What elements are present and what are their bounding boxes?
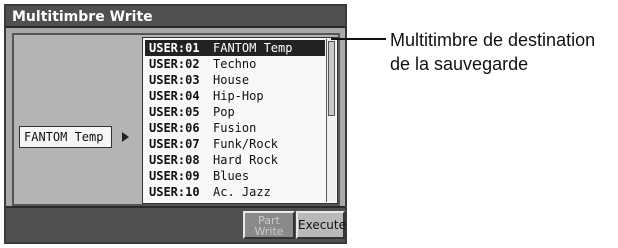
list-item[interactable]: USER:04 Hip-Hop xyxy=(145,88,325,104)
part-write-button[interactable]: Part Write xyxy=(243,211,295,239)
scrollbar-thumb[interactable] xyxy=(328,41,335,116)
list-item[interactable]: USER:10 Ac. Jazz xyxy=(145,184,325,200)
source-multitimbre-field: FANTOM Temp xyxy=(19,126,112,148)
function-bar: Part Write Execute xyxy=(6,206,346,242)
list-scrollbar[interactable] xyxy=(326,39,336,202)
list-item[interactable]: USER:06 Fusion xyxy=(145,120,325,136)
dialog-title: Multitimbre Write xyxy=(6,6,345,28)
arrow-right-icon xyxy=(122,132,129,142)
callout-line xyxy=(331,38,386,40)
destination-list[interactable]: USER:01 FANTOM Temp USER:02 Techno USER:03… xyxy=(142,37,338,204)
list-item[interactable]: USER:03 House xyxy=(145,72,325,88)
dialog-body: FANTOM Temp USER:01 FANTOM Temp USER:02 Te… xyxy=(12,33,340,206)
list-item[interactable]: USER:05 Pop xyxy=(145,104,325,120)
callout-label: Multitimbre de destination de la sauvega… xyxy=(390,30,596,74)
list-item[interactable]: USER:01 FANTOM Temp xyxy=(145,40,325,56)
list-item[interactable]: USER:08 Hard Rock xyxy=(145,152,325,168)
list-item[interactable]: USER:02 Techno xyxy=(145,56,325,72)
multitimbre-write-dialog: Multitimbre Write FANTOM Temp USER:01 FAN… xyxy=(4,4,347,244)
execute-button[interactable]: Execute xyxy=(296,211,346,239)
list-item[interactable]: USER:07 Funk/Rock xyxy=(145,136,325,152)
list-item[interactable]: USER:09 Blues xyxy=(145,168,325,184)
